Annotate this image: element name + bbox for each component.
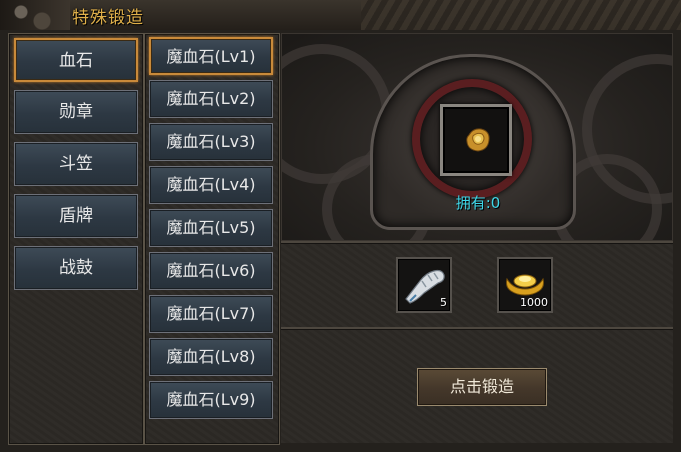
- title-bar: 特殊锻造: [0, 0, 681, 31]
- preview-item-slot[interactable]: [440, 104, 512, 176]
- item-label: 魔血石(Lv2): [166, 89, 256, 108]
- category-label: 战鼓: [59, 258, 93, 278]
- category-label: 斗笠: [59, 154, 93, 174]
- material-slot-bone[interactable]: 5: [396, 257, 452, 313]
- item-button-lv1[interactable]: 魔血石(Lv1): [149, 37, 273, 75]
- forge-button[interactable]: 点击锻造: [417, 368, 547, 406]
- item-button-lv4[interactable]: 魔血石(Lv4): [149, 166, 273, 204]
- category-tab-hat[interactable]: 斗笠: [14, 142, 138, 186]
- category-tab-blood-stone[interactable]: 血石: [14, 38, 138, 82]
- material-count: 1000: [520, 296, 548, 309]
- item-button-lv3[interactable]: 魔血石(Lv3): [149, 123, 273, 161]
- item-label: 魔血石(Lv3): [166, 132, 256, 151]
- item-button-lv8[interactable]: 魔血石(Lv8): [149, 338, 273, 376]
- category-label: 盾牌: [59, 206, 93, 226]
- category-tab-medal[interactable]: 勋章: [14, 90, 138, 134]
- blood-stone-icon: [466, 128, 490, 152]
- item-showcase: 拥有:0: [281, 33, 673, 241]
- material-slot-gold[interactable]: 1000: [497, 257, 553, 313]
- item-label: 魔血石(Lv8): [166, 347, 256, 366]
- item-label: 魔血石(Lv1): [166, 47, 256, 66]
- window-title: 特殊锻造: [72, 8, 144, 28]
- category-label: 勋章: [59, 102, 93, 122]
- item-label: 魔血石(Lv9): [166, 390, 256, 409]
- title-ornament-left: [0, 0, 70, 30]
- category-tab-shield[interactable]: 盾牌: [14, 194, 138, 238]
- item-label: 魔血石(Lv5): [166, 218, 256, 237]
- item-list-panel: 魔血石(Lv1) 魔血石(Lv2) 魔血石(Lv3) 魔血石(Lv4) 魔血石(…: [144, 33, 280, 445]
- category-panel: 血石 勋章 斗笠 盾牌 战鼓: [8, 33, 144, 445]
- forge-detail-panel: 拥有:0 5 1000 点击锻造: [281, 33, 673, 443]
- item-label: 魔血石(Lv4): [166, 175, 256, 194]
- owned-count-text: 拥有:0: [455, 194, 501, 212]
- item-button-lv7[interactable]: 魔血石(Lv7): [149, 295, 273, 333]
- item-button-lv5[interactable]: 魔血石(Lv5): [149, 209, 273, 247]
- forge-window: 血石 勋章 斗笠 盾牌 战鼓 魔血石(Lv1) 魔血石(Lv2) 魔血石(Lv3…: [0, 30, 681, 452]
- forge-button-label: 点击锻造: [449, 377, 514, 396]
- category-tab-war-drum[interactable]: 战鼓: [14, 246, 138, 290]
- item-button-lv9[interactable]: 魔血石(Lv9): [149, 381, 273, 419]
- item-button-lv6[interactable]: 魔血石(Lv6): [149, 252, 273, 290]
- material-count: 5: [440, 296, 447, 309]
- title-ornament-right: [361, 0, 681, 30]
- materials-area: [281, 244, 673, 327]
- item-label: 魔血石(Lv7): [166, 304, 256, 323]
- category-label: 血石: [59, 51, 93, 71]
- item-label: 魔血石(Lv6): [166, 261, 256, 280]
- item-button-lv2[interactable]: 魔血石(Lv2): [149, 80, 273, 118]
